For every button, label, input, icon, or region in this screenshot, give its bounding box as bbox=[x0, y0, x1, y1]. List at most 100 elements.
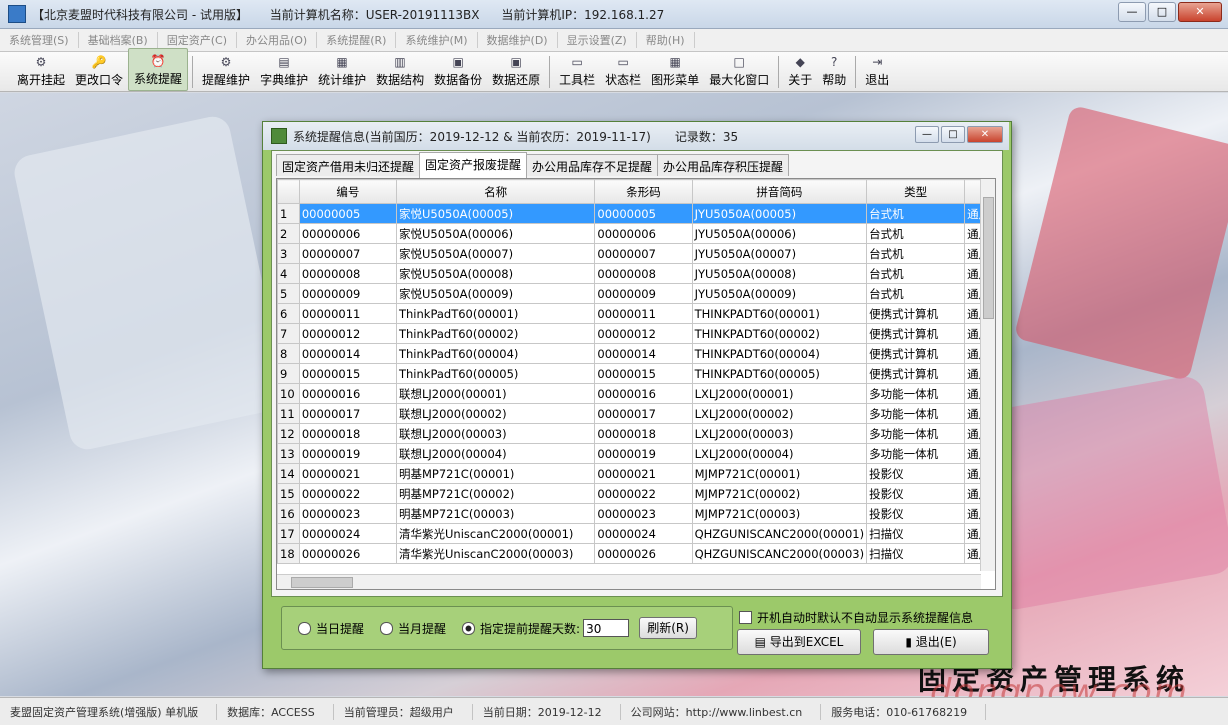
dialog-maximize-button[interactable]: □ bbox=[941, 126, 965, 143]
table-row[interactable]: 4 00000008 家悦U5050A(00008) 00000008 JYU5050A… bbox=[277, 263, 995, 284]
cell-name[interactable]: 家悦U5050A(00007) bbox=[395, 243, 596, 264]
radio-today[interactable] bbox=[298, 621, 311, 635]
column-header-id[interactable]: 编号 bbox=[298, 179, 397, 204]
row-number[interactable]: 7 bbox=[277, 323, 300, 344]
cell-pinyin[interactable]: QHZGUNISCANC2000(00003) bbox=[691, 543, 868, 564]
cell-pinyin[interactable]: JYU5050A(00006) bbox=[691, 223, 868, 244]
minimize-button[interactable]: — bbox=[1118, 2, 1146, 22]
cell-id[interactable]: 00000012 bbox=[298, 323, 397, 344]
cell-type[interactable]: 便携式计算机 bbox=[866, 303, 966, 324]
refresh-button[interactable]: 刷新(R) bbox=[639, 617, 698, 639]
tab-asset-scrap[interactable]: 固定资产报废提醒 bbox=[419, 152, 528, 178]
cell-pinyin[interactable]: MJMP721C(00003) bbox=[691, 503, 868, 524]
cell-name[interactable]: ThinkPadT60(00005) bbox=[395, 363, 596, 384]
cell-name[interactable]: 联想LJ2000(00003) bbox=[395, 423, 596, 444]
menu-maintenance[interactable]: 系统维护(M) bbox=[396, 32, 478, 48]
row-number[interactable]: 17 bbox=[277, 523, 300, 544]
cell-pinyin[interactable]: JYU5050A(00009) bbox=[691, 283, 868, 304]
cell-id[interactable]: 00000022 bbox=[298, 483, 397, 504]
cell-type[interactable]: 多功能一体机 bbox=[866, 403, 966, 424]
menu-data[interactable]: 数据维护(D) bbox=[478, 32, 558, 48]
cell-id[interactable]: 00000007 bbox=[298, 243, 397, 264]
table-row[interactable]: 1 00000005 家悦U5050A(00005) 00000005 JYU5050A… bbox=[277, 203, 995, 224]
menu-basic-archive[interactable]: 基础档案(B) bbox=[79, 32, 158, 48]
cell-name[interactable]: 家悦U5050A(00006) bbox=[395, 223, 596, 244]
cell-id[interactable]: 00000023 bbox=[298, 503, 397, 524]
cell-pinyin[interactable]: LXLJ2000(00002) bbox=[691, 403, 868, 424]
tab-stock-shortage[interactable]: 办公用品库存不足提醒 bbox=[526, 154, 659, 176]
cell-pinyin[interactable]: THINKPADT60(00002) bbox=[691, 323, 868, 344]
radio-month[interactable] bbox=[380, 621, 394, 635]
toolbar-dictionary-button[interactable]: ▤ 字典维护 bbox=[255, 50, 313, 91]
cell-barcode[interactable]: 00000023 bbox=[594, 503, 693, 524]
row-number[interactable]: 8 bbox=[277, 343, 300, 364]
vertical-scrollbar[interactable] bbox=[980, 179, 995, 571]
table-row[interactable]: 11 00000017 联想LJ2000(00002) 00000017 LXLJ200… bbox=[277, 403, 995, 424]
cell-pinyin[interactable]: QHZGUNISCANC2000(00001) bbox=[691, 523, 868, 544]
cell-pinyin[interactable]: MJMP721C(00001) bbox=[691, 463, 868, 484]
dialog-exit-button[interactable]: ▮ 退出(E) bbox=[873, 629, 989, 655]
cell-pinyin[interactable]: JYU5050A(00007) bbox=[691, 243, 868, 264]
tab-stock-overstock[interactable]: 办公用品库存积压提醒 bbox=[657, 154, 790, 176]
cell-id[interactable]: 00000019 bbox=[298, 443, 397, 464]
table-row[interactable]: 7 00000012 ThinkPadT60(00002) 00000012 THINK… bbox=[277, 323, 995, 344]
cell-pinyin[interactable]: JYU5050A(00005) bbox=[691, 203, 868, 224]
cell-name[interactable]: ThinkPadT60(00001) bbox=[395, 303, 596, 324]
tab-borrow-unreturned[interactable]: 固定资产借用未归还提醒 bbox=[276, 154, 421, 176]
cell-barcode[interactable]: 00000008 bbox=[594, 263, 693, 284]
dialog-close-button[interactable]: ✕ bbox=[967, 126, 1003, 143]
table-row[interactable]: 5 00000009 家悦U5050A(00009) 00000009 JYU5050A… bbox=[277, 283, 995, 304]
table-row[interactable]: 6 00000011 ThinkPadT60(00001) 00000011 THINK… bbox=[277, 303, 995, 324]
cell-barcode[interactable]: 00000017 bbox=[594, 403, 693, 424]
menu-office-supplies[interactable]: 办公用品(O) bbox=[237, 32, 318, 48]
row-number[interactable]: 10 bbox=[277, 383, 300, 404]
cell-id[interactable]: 00000026 bbox=[298, 543, 397, 564]
cell-type[interactable]: 扫描仪 bbox=[866, 543, 966, 564]
radio-fixed-days[interactable] bbox=[462, 621, 476, 635]
cell-type[interactable]: 便携式计算机 bbox=[866, 323, 966, 344]
toolbar-toolbar-toggle-button[interactable]: ▭ 工具栏 bbox=[554, 50, 600, 91]
cell-name[interactable]: 家悦U5050A(00009) bbox=[395, 283, 596, 304]
cell-pinyin[interactable]: LXLJ2000(00004) bbox=[691, 443, 868, 464]
toolbar-lock-button[interactable]: ⚙ 离开挂起 bbox=[12, 50, 70, 91]
menu-reminders[interactable]: 系统提醒(R) bbox=[317, 32, 397, 48]
cell-id[interactable]: 00000005 bbox=[298, 203, 397, 224]
row-number[interactable]: 16 bbox=[277, 503, 300, 524]
cell-barcode[interactable]: 00000006 bbox=[594, 223, 693, 244]
column-header-pinyin[interactable]: 拼音简码 bbox=[691, 179, 868, 204]
cell-barcode[interactable]: 00000007 bbox=[594, 243, 693, 264]
toolbar-maximize-window-button[interactable]: □ 最大化窗口 bbox=[704, 50, 774, 91]
days-input[interactable]: 30 bbox=[583, 619, 630, 637]
menu-fixed-assets[interactable]: 固定资产(C) bbox=[158, 32, 237, 48]
cell-id[interactable]: 00000015 bbox=[298, 363, 397, 384]
startup-checkbox[interactable]: 开机自动时默认不自动显示系统提醒信息 bbox=[739, 609, 973, 626]
cell-pinyin[interactable]: LXLJ2000(00001) bbox=[691, 383, 868, 404]
row-number[interactable]: 15 bbox=[277, 483, 300, 504]
toolbar-system-reminder-button[interactable]: ⏰ 系统提醒 bbox=[128, 48, 189, 91]
dialog-minimize-button[interactable]: — bbox=[915, 126, 939, 143]
row-number[interactable]: 11 bbox=[277, 403, 300, 424]
table-row[interactable]: 9 00000015 ThinkPadT60(00005) 00000015 THINK… bbox=[277, 363, 995, 384]
cell-type[interactable]: 扫描仪 bbox=[866, 523, 966, 544]
column-header-type[interactable]: 类型 bbox=[866, 179, 966, 204]
cell-type[interactable]: 台式机 bbox=[866, 263, 966, 284]
cell-barcode[interactable]: 00000022 bbox=[594, 483, 693, 504]
cell-pinyin[interactable]: LXLJ2000(00003) bbox=[691, 423, 868, 444]
toolbar-help-button[interactable]: ? 帮助 bbox=[817, 50, 851, 91]
vertical-scroll-thumb[interactable] bbox=[983, 197, 994, 319]
cell-type[interactable]: 便携式计算机 bbox=[866, 363, 966, 384]
table-row[interactable]: 10 00000016 联想LJ2000(00001) 00000016 LXLJ200… bbox=[277, 383, 995, 404]
horizontal-scrollbar[interactable] bbox=[277, 574, 981, 589]
cell-type[interactable]: 投影仪 bbox=[866, 483, 966, 504]
row-number[interactable]: 5 bbox=[277, 283, 300, 304]
row-number[interactable]: 2 bbox=[277, 223, 300, 244]
option-month[interactable]: 当月提醒 bbox=[380, 620, 446, 637]
cell-barcode[interactable]: 00000005 bbox=[594, 203, 693, 224]
cell-type[interactable]: 台式机 bbox=[866, 203, 966, 224]
cell-name[interactable]: 联想LJ2000(00004) bbox=[395, 443, 596, 464]
toolbar-graphic-menu-button[interactable]: ▦ 图形菜单 bbox=[646, 50, 704, 91]
table-row[interactable]: 12 00000018 联想LJ2000(00003) 00000018 LXLJ200… bbox=[277, 423, 995, 444]
cell-id[interactable]: 00000009 bbox=[298, 283, 397, 304]
toolbar-about-button[interactable]: ◆ 关于 bbox=[783, 50, 817, 91]
cell-barcode[interactable]: 00000016 bbox=[594, 383, 693, 404]
